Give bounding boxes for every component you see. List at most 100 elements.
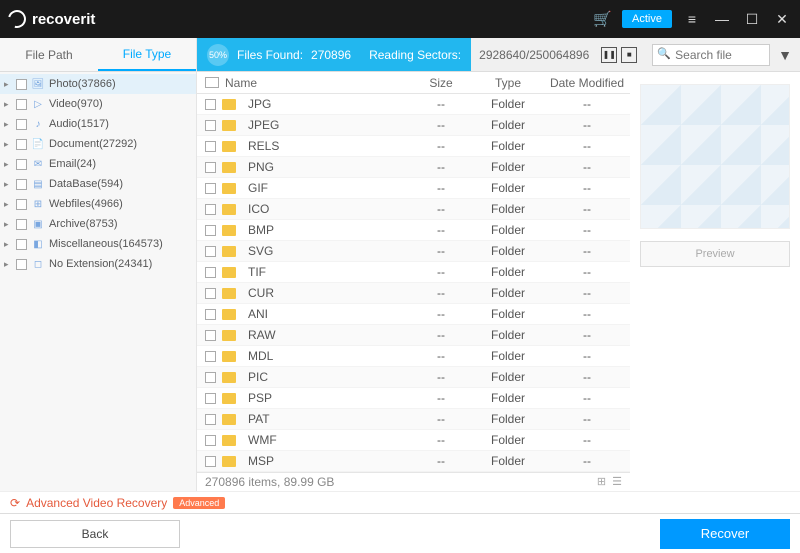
table-row[interactable]: BMP--Folder-- — [197, 220, 630, 241]
table-row[interactable]: PIC--Folder-- — [197, 367, 630, 388]
file-type: Folder — [472, 244, 544, 258]
back-button[interactable]: Back — [10, 520, 180, 548]
logo-icon — [5, 7, 30, 32]
checkbox[interactable] — [16, 199, 27, 210]
file-size: -- — [410, 286, 472, 300]
table-header: Name Size Type Date Modified — [197, 72, 630, 94]
row-checkbox[interactable] — [205, 456, 216, 467]
row-checkbox[interactable] — [205, 288, 216, 299]
view-grid-icon[interactable]: ⊞ — [597, 475, 606, 488]
row-checkbox[interactable] — [205, 435, 216, 446]
row-checkbox[interactable] — [205, 204, 216, 215]
checkbox[interactable] — [16, 179, 27, 190]
menu-icon[interactable]: ≡ — [682, 11, 702, 27]
file-name: MSP — [242, 454, 410, 468]
table-row[interactable]: CUR--Folder-- — [197, 283, 630, 304]
row-checkbox[interactable] — [205, 330, 216, 341]
advanced-recovery-strip[interactable]: ⟳ Advanced Video Recovery Advanced — [0, 491, 800, 513]
row-checkbox[interactable] — [205, 99, 216, 110]
table-row[interactable]: WMF--Folder-- — [197, 430, 630, 451]
folder-icon — [222, 456, 236, 467]
row-checkbox[interactable] — [205, 162, 216, 173]
recover-button[interactable]: Recover — [660, 519, 790, 549]
checkbox[interactable] — [16, 239, 27, 250]
table-row[interactable]: TIF--Folder-- — [197, 262, 630, 283]
table-row[interactable]: PSP--Folder-- — [197, 388, 630, 409]
stop-button[interactable]: ■ — [621, 47, 637, 63]
sidebar-item-photo[interactable]: ▸🖼Photo(37866) — [0, 74, 196, 94]
row-checkbox[interactable] — [205, 183, 216, 194]
row-checkbox[interactable] — [205, 372, 216, 383]
table-row[interactable]: PAT--Folder-- — [197, 409, 630, 430]
close-icon[interactable]: ✕ — [772, 11, 792, 28]
row-checkbox[interactable] — [205, 141, 216, 152]
view-list-icon[interactable]: ☰ — [612, 475, 622, 488]
file-name: SVG — [242, 244, 410, 258]
checkbox[interactable] — [16, 99, 27, 110]
category-icon: 📄 — [31, 137, 45, 151]
file-size: -- — [410, 349, 472, 363]
checkbox[interactable] — [16, 219, 27, 230]
col-modified[interactable]: Date Modified — [544, 76, 630, 90]
col-type[interactable]: Type — [472, 76, 544, 90]
sidebar-item-audio[interactable]: ▸♪Audio(1517) — [0, 114, 196, 134]
row-checkbox[interactable] — [205, 351, 216, 362]
file-name: RELS — [242, 139, 410, 153]
active-button[interactable]: Active — [622, 10, 672, 28]
row-checkbox[interactable] — [205, 120, 216, 131]
checkbox[interactable] — [16, 79, 27, 90]
select-all-checkbox[interactable] — [205, 77, 219, 88]
tab-file-path[interactable]: File Path — [0, 38, 98, 71]
table-row[interactable]: PNG--Folder-- — [197, 157, 630, 178]
sidebar-item-no extension[interactable]: ▸◻No Extension(24341) — [0, 254, 196, 274]
row-checkbox[interactable] — [205, 393, 216, 404]
table-row[interactable]: MSP--Folder-- — [197, 451, 630, 472]
table-row[interactable]: ANI--Folder-- — [197, 304, 630, 325]
sidebar-item-email[interactable]: ▸✉Email(24) — [0, 154, 196, 174]
minimize-icon[interactable]: — — [712, 11, 732, 27]
filter-icon[interactable]: ▼ — [778, 47, 792, 63]
pause-button[interactable]: ❚❚ — [601, 47, 617, 63]
sidebar-item-document[interactable]: ▸📄Document(27292) — [0, 134, 196, 154]
table-row[interactable]: ICO--Folder-- — [197, 199, 630, 220]
row-checkbox[interactable] — [205, 225, 216, 236]
sidebar-item-database[interactable]: ▸▤DataBase(594) — [0, 174, 196, 194]
chevron-right-icon: ▸ — [4, 259, 12, 270]
table-row[interactable]: RAW--Folder-- — [197, 325, 630, 346]
table-row[interactable]: MDL--Folder-- — [197, 346, 630, 367]
row-checkbox[interactable] — [205, 414, 216, 425]
table-row[interactable]: SVG--Folder-- — [197, 241, 630, 262]
row-checkbox[interactable] — [205, 267, 216, 278]
row-checkbox[interactable] — [205, 246, 216, 257]
checkbox[interactable] — [16, 119, 27, 130]
search-input[interactable] — [652, 44, 770, 66]
table-row[interactable]: RELS--Folder-- — [197, 136, 630, 157]
sidebar-item-miscellaneous[interactable]: ▸◧Miscellaneous(164573) — [0, 234, 196, 254]
sidebar-item-video[interactable]: ▸▷Video(970) — [0, 94, 196, 114]
col-size[interactable]: Size — [410, 76, 472, 90]
file-size: -- — [410, 244, 472, 258]
row-checkbox[interactable] — [205, 309, 216, 320]
category-label: Miscellaneous(164573) — [49, 238, 163, 250]
preview-button[interactable]: Preview — [640, 241, 790, 267]
table-row[interactable]: GIF--Folder-- — [197, 178, 630, 199]
file-modified: -- — [544, 286, 630, 300]
checkbox[interactable] — [16, 159, 27, 170]
file-list[interactable]: JPG--Folder--JPEG--Folder--RELS--Folder-… — [197, 94, 630, 472]
table-row[interactable]: JPEG--Folder-- — [197, 115, 630, 136]
checkbox[interactable] — [16, 139, 27, 150]
folder-icon — [222, 204, 236, 215]
maximize-icon[interactable]: ☐ — [742, 11, 762, 28]
folder-icon — [222, 330, 236, 341]
category-label: No Extension(24341) — [49, 258, 152, 270]
sidebar-item-archive[interactable]: ▸▣Archive(8753) — [0, 214, 196, 234]
checkbox[interactable] — [16, 259, 27, 270]
file-type: Folder — [472, 307, 544, 321]
file-type: Folder — [472, 412, 544, 426]
category-label: Document(27292) — [49, 138, 137, 150]
col-name[interactable]: Name — [219, 76, 410, 90]
tab-file-type[interactable]: File Type — [98, 38, 196, 71]
table-row[interactable]: JPG--Folder-- — [197, 94, 630, 115]
cart-icon[interactable]: 🛒 — [593, 10, 612, 28]
sidebar-item-webfiles[interactable]: ▸⊞Webfiles(4966) — [0, 194, 196, 214]
